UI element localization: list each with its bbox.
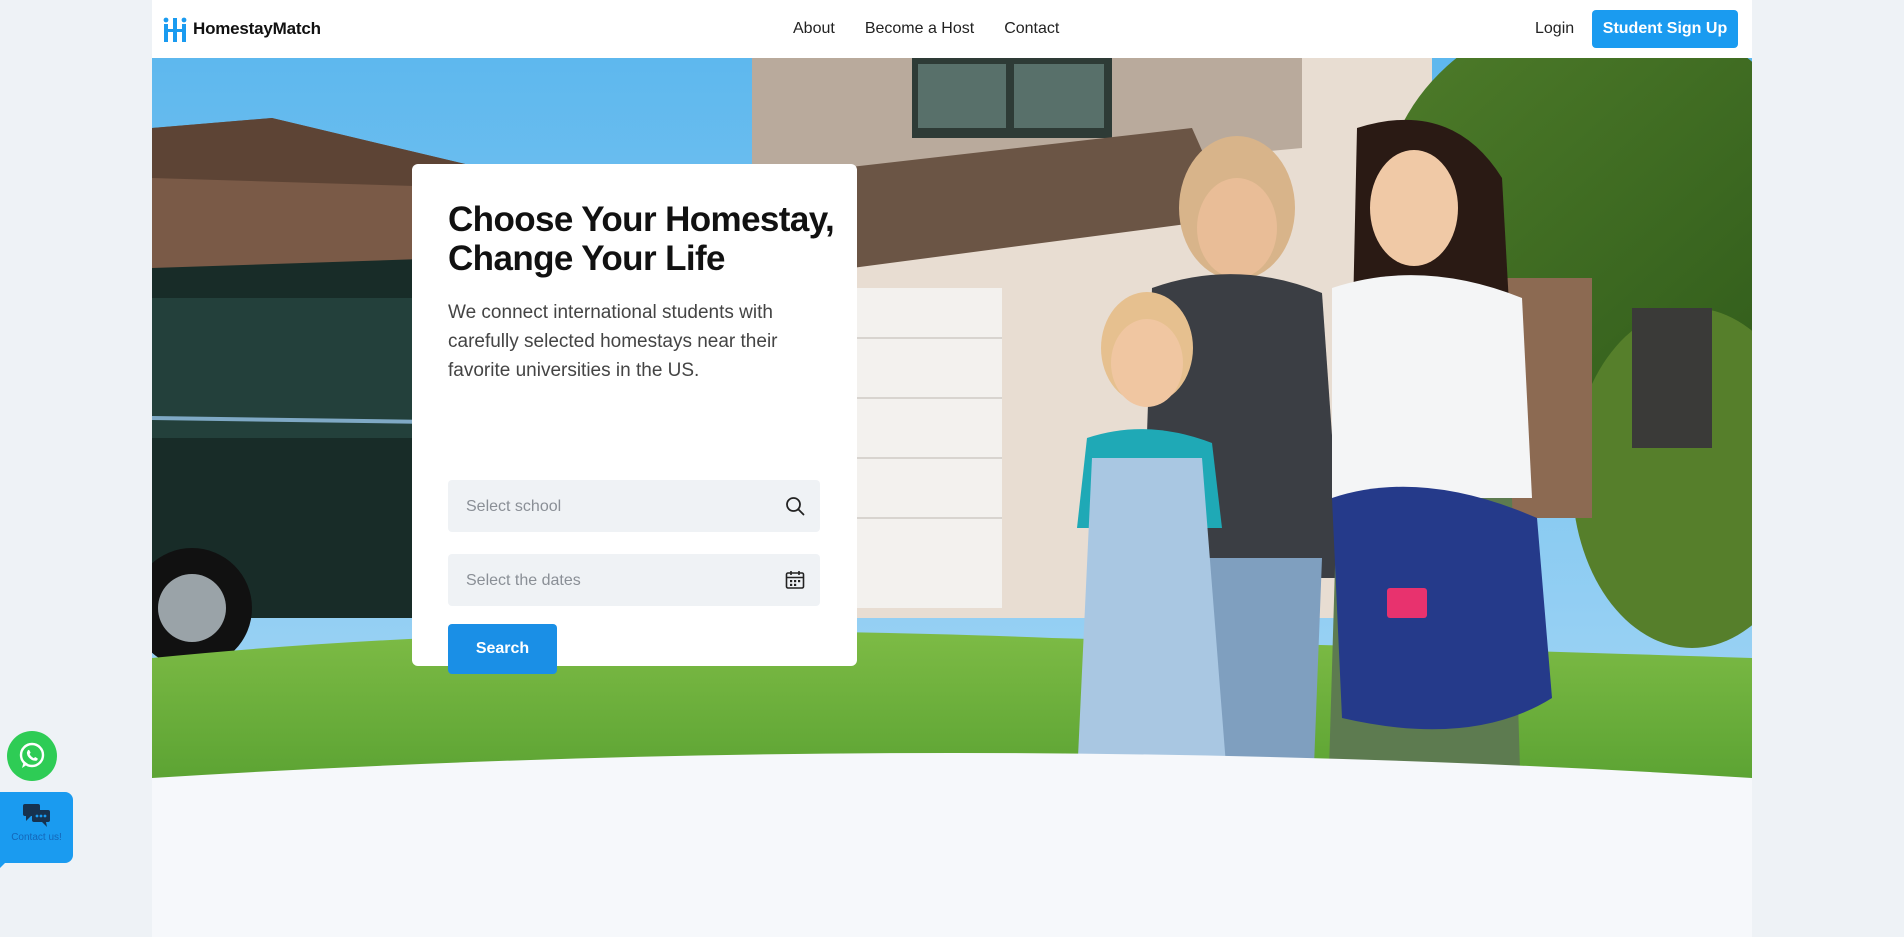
hero-title-line1: Choose Your Homestay, bbox=[448, 200, 835, 239]
search-icon[interactable] bbox=[784, 495, 806, 517]
whatsapp-icon bbox=[19, 742, 45, 768]
nav-about[interactable]: About bbox=[793, 20, 835, 38]
dates-input[interactable] bbox=[448, 554, 778, 608]
site-header: HomestayMatch About Become a Host Contac… bbox=[152, 0, 1752, 58]
hero-description: We connect international students with c… bbox=[448, 302, 778, 381]
search-button[interactable]: Search bbox=[448, 624, 557, 674]
hero-section: Choose Your Homestay, Change Your Life W… bbox=[152, 58, 1752, 838]
hero-card: Choose Your Homestay, Change Your Life W… bbox=[412, 164, 857, 674]
hero-title-line2: Change Your Life bbox=[448, 239, 726, 278]
nav-contact[interactable]: Contact bbox=[1004, 20, 1059, 38]
school-select[interactable] bbox=[448, 480, 820, 534]
whatsapp-button[interactable] bbox=[7, 731, 57, 781]
logo-icon bbox=[163, 17, 187, 42]
main-nav: About Become a Host Contact bbox=[793, 20, 1059, 38]
login-link[interactable]: Login bbox=[1535, 20, 1574, 38]
page: HomestayMatch About Become a Host Contac… bbox=[152, 0, 1752, 937]
contact-us-label: Contact us! bbox=[11, 832, 62, 843]
contact-widget-tail bbox=[0, 860, 8, 868]
nav-become-host[interactable]: Become a Host bbox=[865, 20, 974, 38]
logo[interactable]: HomestayMatch bbox=[163, 16, 321, 42]
calendar-icon[interactable] bbox=[784, 569, 806, 591]
school-input[interactable] bbox=[448, 480, 778, 534]
student-signup-button[interactable]: Student Sign Up bbox=[1592, 10, 1738, 48]
chat-bubbles-icon bbox=[23, 804, 50, 827]
hero-title: Choose Your Homestay, Change Your Life bbox=[448, 200, 838, 278]
brand-name: HomestayMatch bbox=[193, 19, 321, 38]
contact-us-widget[interactable]: Contact us! bbox=[0, 792, 73, 863]
dates-select[interactable] bbox=[448, 554, 820, 608]
hero-curve-divider bbox=[152, 753, 1752, 838]
